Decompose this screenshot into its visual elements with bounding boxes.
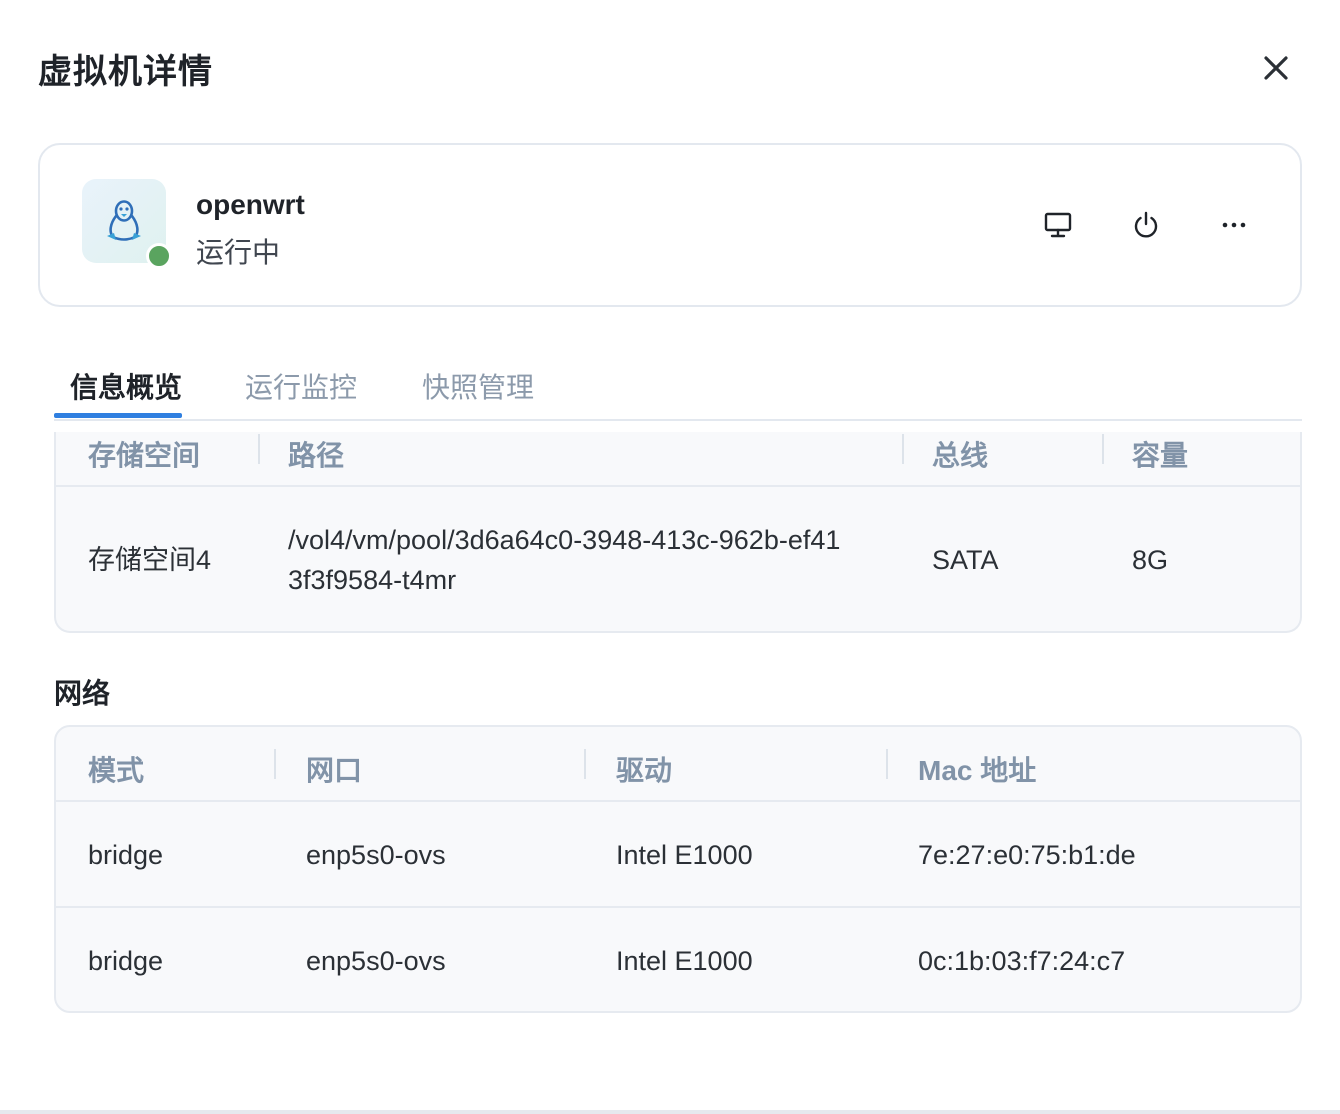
network-port-cell: enp5s0-ovs [306, 946, 446, 976]
col-header-driver: 驱动 [616, 755, 673, 786]
monitor-icon [1044, 212, 1072, 238]
storage-bus-cell: SATA [932, 545, 999, 575]
network-mac-cell: 0c:1b:03:f7:24:c7 [918, 946, 1126, 976]
col-header-path: 路径 [288, 440, 345, 471]
col-header-mode: 模式 [88, 755, 145, 786]
power-button[interactable] [1126, 205, 1166, 245]
column-divider [1102, 434, 1104, 464]
vm-detail-dialog: 虚拟机详情 openwrt 运行中 信息概览 运行监控 快照管理 存储空间 路径… [0, 0, 1340, 1114]
vm-status-text: 运行中 [196, 237, 281, 268]
storage-path-cell: /vol4/vm/pool/3d6a64c0-3948-413c-962b-ef… [288, 525, 841, 595]
column-divider [258, 434, 260, 464]
header-divider [56, 485, 1300, 487]
running-status-dot [146, 243, 172, 269]
storage-table: 存储空间 路径 总线 容量 存储空间4 /vol4/vm/pool/3d6a64… [54, 432, 1302, 633]
col-header-port: 网口 [306, 755, 363, 786]
dialog-bottom-edge [0, 1110, 1340, 1114]
network-section-title: 网络 [54, 678, 111, 709]
linux-penguin-icon [107, 200, 141, 241]
column-divider [274, 749, 276, 779]
console-button[interactable] [1038, 205, 1078, 245]
network-table: 模式 网口 驱动 Mac 地址 bridge enp5s0-ovs Intel … [54, 725, 1302, 1013]
network-mode-cell: bridge [88, 840, 164, 870]
more-horizontal-icon [1222, 222, 1246, 228]
network-driver-cell: Intel E1000 [616, 946, 753, 976]
dialog-title: 虚拟机详情 [38, 53, 213, 91]
network-port-cell: enp5s0-ovs [306, 840, 446, 870]
network-mode-cell: bridge [88, 946, 164, 976]
vm-summary-card: openwrt 运行中 [38, 143, 1302, 307]
col-header-bus: 总线 [932, 440, 989, 471]
storage-capacity-cell: 8G [1132, 545, 1169, 575]
tab-overview[interactable]: 信息概览 [70, 366, 182, 406]
more-button[interactable] [1214, 205, 1254, 245]
network-mac-cell: 7e:27:e0:75:b1:de [918, 840, 1136, 870]
close-button[interactable] [1256, 48, 1296, 88]
row-divider [56, 906, 1300, 908]
col-header-mac: Mac 地址 [918, 755, 1037, 786]
column-divider [584, 749, 586, 779]
column-divider [902, 434, 904, 464]
power-icon [1134, 211, 1158, 238]
storage-space-cell: 存储空间4 [88, 545, 212, 575]
column-divider [886, 749, 888, 779]
detail-tabs: 信息概览 运行监控 快照管理 [54, 350, 1302, 421]
col-header-storage-space: 存储空间 [88, 440, 201, 471]
header-divider [56, 800, 1300, 802]
active-tab-indicator [54, 413, 182, 418]
col-header-capacity: 容量 [1132, 440, 1189, 471]
network-driver-cell: Intel E1000 [616, 840, 753, 870]
close-icon [1264, 56, 1288, 80]
vm-name: openwrt [196, 189, 305, 220]
tab-snapshots[interactable]: 快照管理 [422, 366, 534, 406]
tab-monitoring[interactable]: 运行监控 [245, 366, 357, 406]
